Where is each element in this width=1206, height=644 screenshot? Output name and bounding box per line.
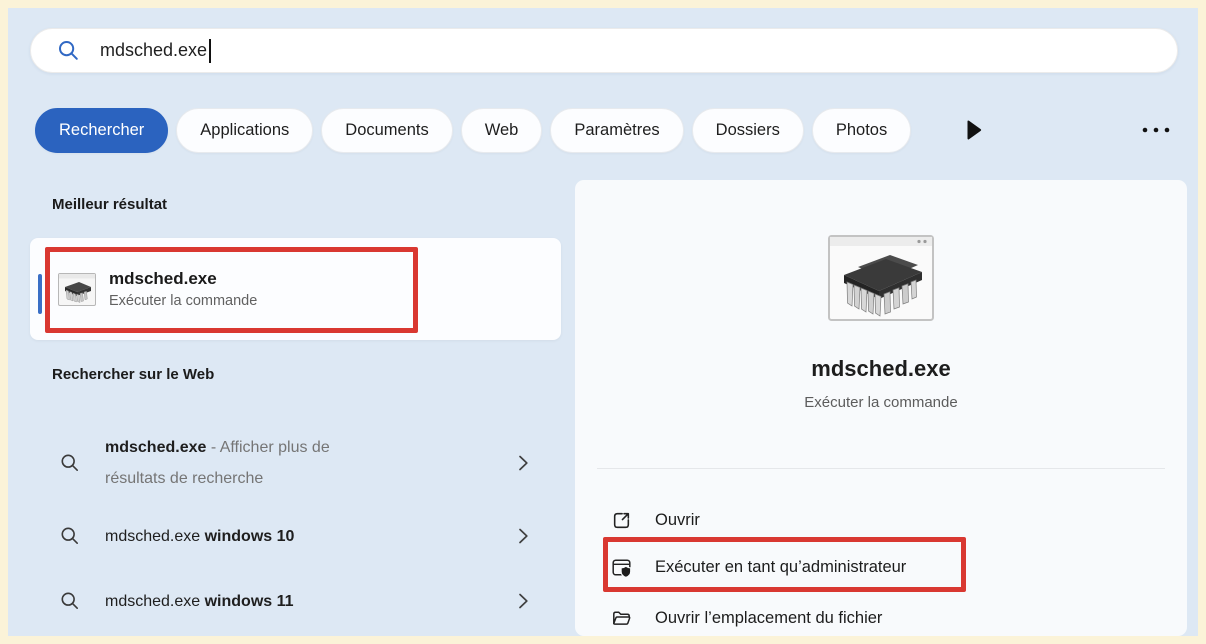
tab-web[interactable]: Web bbox=[461, 108, 543, 153]
action-open-label: Ouvrir bbox=[655, 511, 700, 530]
folder-icon bbox=[611, 608, 632, 629]
search-input[interactable]: mdsched.exe bbox=[30, 28, 1178, 73]
selection-accent-bar bbox=[38, 274, 42, 314]
web-suggestion-row[interactable]: mdsched.exe - Afficher plus de résultats… bbox=[30, 428, 561, 498]
tab-applications[interactable]: Applications bbox=[176, 108, 313, 153]
tab-parametres[interactable]: Paramètres bbox=[550, 108, 683, 153]
chevron-right-icon[interactable] bbox=[518, 593, 529, 610]
play-icon[interactable] bbox=[965, 119, 983, 141]
result-detail-panel: mdsched.exe Exécuter la commande Ouvrir bbox=[575, 180, 1187, 636]
best-result-subtitle: Exécuter la commande bbox=[109, 293, 257, 309]
chevron-right-icon[interactable] bbox=[518, 528, 529, 545]
search-icon bbox=[57, 39, 80, 62]
action-run-as-admin[interactable]: Exécuter en tant qu’administrateur bbox=[611, 550, 906, 584]
action-open-file-location[interactable]: Ouvrir l’emplacement du fichier bbox=[611, 601, 882, 635]
best-result-heading: Meilleur résultat bbox=[52, 196, 167, 213]
tab-dossiers[interactable]: Dossiers bbox=[692, 108, 804, 153]
divider bbox=[597, 468, 1165, 469]
best-result-title: mdsched.exe bbox=[109, 269, 257, 289]
memory-chip-icon bbox=[58, 273, 96, 306]
suggestion-completion: windows 10 bbox=[205, 528, 295, 545]
suggestion-query: mdsched.exe bbox=[105, 439, 206, 456]
tab-documents[interactable]: Documents bbox=[321, 108, 452, 153]
tab-rechercher[interactable]: Rechercher bbox=[35, 108, 168, 153]
action-run-as-admin-label: Exécuter en tant qu’administrateur bbox=[655, 558, 906, 577]
suggestion-completion: windows 11 bbox=[205, 593, 294, 610]
suggestion-query: mdsched.exe bbox=[105, 528, 205, 545]
memory-chip-icon-large bbox=[828, 235, 934, 321]
detail-title: mdsched.exe bbox=[575, 356, 1187, 382]
web-suggestion-row[interactable]: mdsched.exe windows 10 bbox=[30, 520, 561, 552]
text-cursor bbox=[209, 39, 211, 63]
action-open-file-location-label: Ouvrir l’emplacement du fichier bbox=[655, 609, 882, 628]
chevron-right-icon[interactable] bbox=[518, 455, 529, 472]
search-icon bbox=[60, 526, 80, 546]
detail-subtitle: Exécuter la commande bbox=[575, 394, 1187, 411]
suggestion-query: mdsched.exe bbox=[105, 593, 205, 610]
web-suggestion-row[interactable]: mdsched.exe windows 11 bbox=[30, 585, 561, 617]
tab-photos[interactable]: Photos bbox=[812, 108, 911, 153]
screenshot-frame: mdsched.exe Rechercher Applications Docu… bbox=[0, 0, 1206, 644]
best-result-item[interactable]: mdsched.exe Exécuter la commande bbox=[30, 238, 561, 340]
run-as-admin-icon bbox=[611, 557, 632, 578]
search-input-value: mdsched.exe bbox=[100, 40, 207, 61]
action-open[interactable]: Ouvrir bbox=[611, 503, 700, 537]
search-icon bbox=[60, 453, 80, 473]
search-filter-tabs: Rechercher Applications Documents Web Pa… bbox=[35, 107, 1176, 153]
ellipsis-icon[interactable] bbox=[1142, 127, 1170, 133]
web-search-heading: Rechercher sur le Web bbox=[52, 366, 214, 383]
windows-search-flyout: mdsched.exe Rechercher Applications Docu… bbox=[8, 8, 1198, 636]
search-icon bbox=[60, 591, 80, 611]
open-icon bbox=[611, 510, 632, 531]
